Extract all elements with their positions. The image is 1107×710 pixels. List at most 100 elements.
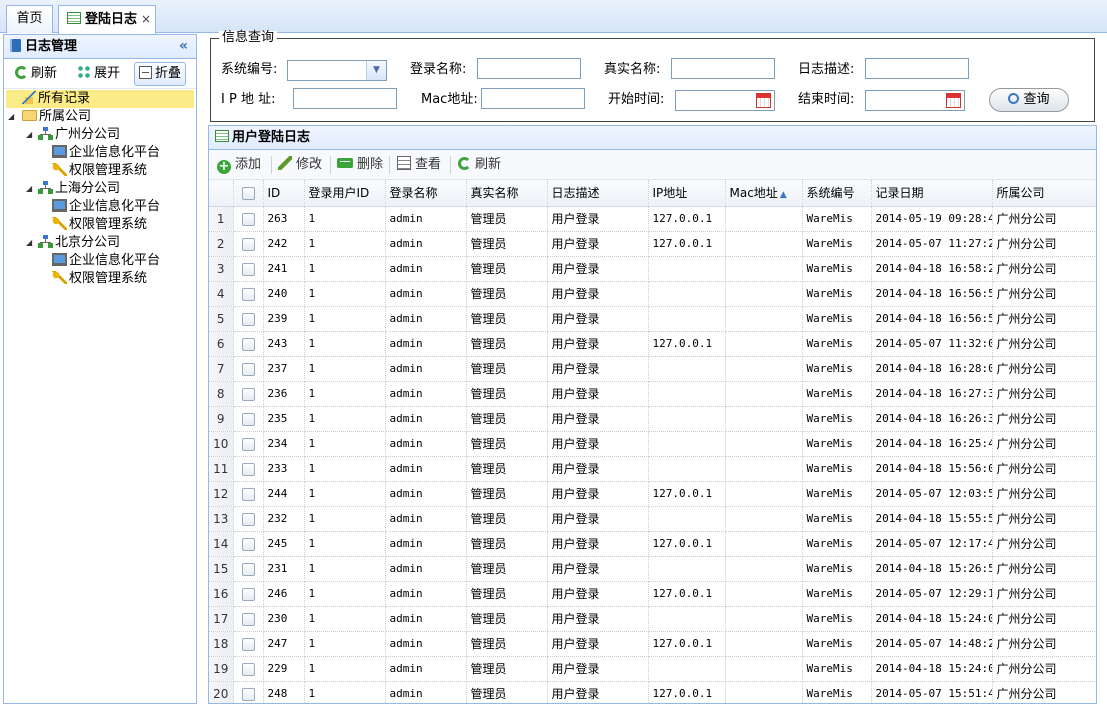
table-row[interactable]: 2 242 1 admin 管理员 用户登录 127.0.0.1 WareMis 2014-05… bbox=[209, 231, 1096, 257]
row-checkbox[interactable] bbox=[241, 512, 255, 526]
system-select[interactable]: ▼ bbox=[287, 60, 387, 81]
table-row[interactable]: 3 241 1 admin 管理员 用户登录 WareMis 2014-04-18 16:58… bbox=[209, 256, 1096, 282]
table-row[interactable]: 6 243 1 admin 管理员 用户登录 127.0.0.1 WareMis 2014-05… bbox=[209, 331, 1096, 357]
expanded-arrow-icon[interactable]: ◢ bbox=[26, 126, 32, 144]
table-row[interactable]: 1 263 1 admin 管理员 用户登录 127.0.0.1 WareMis 2014-05… bbox=[209, 206, 1096, 232]
column-header[interactable]: ID bbox=[263, 180, 305, 207]
view-label: 查看 bbox=[415, 157, 442, 172]
column-header[interactable]: 登录用户ID bbox=[304, 180, 386, 207]
column-header[interactable]: 所属公司 bbox=[992, 180, 1096, 207]
tree-node-company[interactable]: ◢ 北京分公司 bbox=[24, 234, 120, 252]
expanded-arrow-icon[interactable]: ◢ bbox=[8, 108, 14, 126]
column-header[interactable]: 日志描述 bbox=[547, 180, 649, 207]
expanded-arrow-icon[interactable]: ◢ bbox=[26, 180, 32, 198]
tree-node-system[interactable]: 企业信息化平台 bbox=[52, 252, 160, 270]
column-header-sorted[interactable]: Mac地址 ▲ bbox=[725, 180, 803, 207]
table-row[interactable]: 13 232 1 admin 管理员 用户登录 WareMis 2014-04-18 15:5… bbox=[209, 506, 1096, 532]
table-cell bbox=[725, 206, 803, 232]
tree-node-system[interactable]: 权限管理系统 bbox=[52, 162, 147, 180]
expanded-arrow-icon[interactable]: ◢ bbox=[26, 234, 32, 252]
table-row[interactable]: 19 229 1 admin 管理员 用户登录 WareMis 2014-04-18 15:2… bbox=[209, 656, 1096, 682]
row-checkbox[interactable] bbox=[241, 462, 255, 476]
log-desc-input[interactable] bbox=[865, 58, 969, 79]
column-header[interactable]: 登录名称 bbox=[385, 180, 467, 207]
row-checkbox[interactable] bbox=[241, 262, 255, 276]
row-checkbox[interactable] bbox=[241, 587, 255, 601]
real-name-input[interactable] bbox=[671, 58, 775, 79]
table-row[interactable]: 16 246 1 admin 管理员 用户登录 127.0.0.1 WareMis 2014-0… bbox=[209, 581, 1096, 607]
tree-node-system[interactable]: 企业信息化平台 bbox=[52, 198, 160, 216]
table-row[interactable]: 8 236 1 admin 管理员 用户登录 WareMis 2014-04-18 16:27… bbox=[209, 381, 1096, 407]
refresh-button[interactable]: 刷新 bbox=[10, 62, 62, 86]
row-checkbox[interactable] bbox=[241, 387, 255, 401]
column-header[interactable]: IP地址 bbox=[648, 180, 726, 207]
tree-node-company[interactable]: ◢ 上海分公司 bbox=[24, 180, 120, 198]
row-checkbox[interactable] bbox=[241, 612, 255, 626]
tree-node-system[interactable]: 权限管理系统 bbox=[52, 270, 147, 288]
row-checkbox[interactable] bbox=[241, 487, 255, 501]
tree-node-all[interactable]: 所有记录 bbox=[6, 90, 194, 108]
tree-node-system[interactable]: 企业信息化平台 bbox=[52, 144, 160, 162]
row-checkbox[interactable] bbox=[241, 337, 255, 351]
column-header[interactable]: 记录日期 bbox=[871, 180, 993, 207]
chevron-down-icon[interactable]: ▼ bbox=[366, 61, 386, 80]
select-all-checkbox[interactable] bbox=[241, 186, 255, 200]
query-button[interactable]: 查询 bbox=[989, 88, 1069, 112]
collapse-panel-icon[interactable]: « bbox=[179, 35, 188, 58]
table-row[interactable]: 15 231 1 admin 管理员 用户登录 WareMis 2014-04-18 15:2… bbox=[209, 556, 1096, 582]
tree-node-root[interactable]: ◢ 所属公司 bbox=[6, 108, 91, 126]
table-row[interactable]: 11 233 1 admin 管理员 用户登录 WareMis 2014-04-18 15:5… bbox=[209, 456, 1096, 482]
view-button[interactable]: 查看 bbox=[397, 154, 441, 176]
table-cell: 1 bbox=[304, 206, 386, 232]
table-row[interactable]: 17 230 1 admin 管理员 用户登录 WareMis 2014-04-18 15:2… bbox=[209, 606, 1096, 632]
table-row[interactable]: 5 239 1 admin 管理员 用户登录 WareMis 2014-04-18 16:56… bbox=[209, 306, 1096, 332]
tab-login-log[interactable]: 登陆日志 × bbox=[58, 5, 156, 34]
row-checkbox[interactable] bbox=[241, 537, 255, 551]
row-checkbox[interactable] bbox=[241, 237, 255, 251]
row-checkbox[interactable] bbox=[241, 687, 255, 701]
table-row[interactable]: 7 237 1 admin 管理员 用户登录 WareMis 2014-04-18 16:28… bbox=[209, 356, 1096, 382]
calendar-icon[interactable] bbox=[756, 93, 771, 108]
add-button[interactable]: + 添加 bbox=[217, 154, 261, 176]
table-cell: 244 bbox=[263, 481, 305, 507]
column-header[interactable]: 系统编号 bbox=[802, 180, 872, 207]
table-cell: 广州分公司 bbox=[992, 531, 1096, 557]
row-checkbox[interactable] bbox=[241, 287, 255, 301]
table-row[interactable]: 20 248 1 admin 管理员 用户登录 127.0.0.1 WareMis 2014-0… bbox=[209, 681, 1096, 703]
row-checkbox[interactable] bbox=[241, 562, 255, 576]
table-cell: 广州分公司 bbox=[992, 456, 1096, 482]
delete-button[interactable]: 删除 bbox=[337, 154, 383, 176]
login-name-input[interactable] bbox=[477, 58, 581, 79]
row-checkbox[interactable] bbox=[241, 312, 255, 326]
table-row[interactable]: 14 245 1 admin 管理员 用户登录 127.0.0.1 WareMis 2014-0… bbox=[209, 531, 1096, 557]
edit-button[interactable]: 修改 bbox=[278, 154, 322, 176]
grid-refresh-button[interactable]: 刷新 bbox=[458, 154, 501, 176]
row-checkbox-cell bbox=[233, 656, 264, 682]
row-checkbox[interactable] bbox=[241, 437, 255, 451]
close-icon[interactable]: × bbox=[141, 12, 151, 26]
row-checkbox[interactable] bbox=[241, 212, 255, 226]
end-time-input[interactable] bbox=[865, 90, 965, 111]
column-header[interactable]: 真实名称 bbox=[466, 180, 548, 207]
tree-node-company[interactable]: ◢ 广州分公司 bbox=[24, 126, 120, 144]
tab-home[interactable]: 首页 bbox=[6, 5, 53, 33]
tree-node-system[interactable]: 权限管理系统 bbox=[52, 216, 147, 234]
sidebar-header: 日志管理 « bbox=[4, 35, 196, 59]
row-checkbox[interactable] bbox=[241, 412, 255, 426]
table-row[interactable]: 18 247 1 admin 管理员 用户登录 127.0.0.1 WareMis 2014-0… bbox=[209, 631, 1096, 657]
row-checkbox[interactable] bbox=[241, 662, 255, 676]
start-time-input[interactable] bbox=[675, 90, 775, 111]
table-row[interactable]: 4 240 1 admin 管理员 用户登录 WareMis 2014-04-18 16:56… bbox=[209, 281, 1096, 307]
expand-button[interactable]: 展开 bbox=[72, 62, 125, 86]
collapse-button[interactable]: 折叠 bbox=[134, 62, 187, 86]
table-cell: 管理员 bbox=[466, 281, 548, 307]
table-row[interactable]: 9 235 1 admin 管理员 用户登录 WareMis 2014-04-18 16:26… bbox=[209, 406, 1096, 432]
table-cell: 127.0.0.1 bbox=[648, 331, 726, 357]
table-row[interactable]: 10 234 1 admin 管理员 用户登录 WareMis 2014-04-18 16:2… bbox=[209, 431, 1096, 457]
table-row[interactable]: 12 244 1 admin 管理员 用户登录 127.0.0.1 WareMis 2014-0… bbox=[209, 481, 1096, 507]
ip-input[interactable] bbox=[293, 88, 397, 109]
row-checkbox[interactable] bbox=[241, 637, 255, 651]
row-checkbox[interactable] bbox=[241, 362, 255, 376]
mac-input[interactable] bbox=[481, 88, 585, 109]
calendar-icon[interactable] bbox=[946, 93, 961, 108]
